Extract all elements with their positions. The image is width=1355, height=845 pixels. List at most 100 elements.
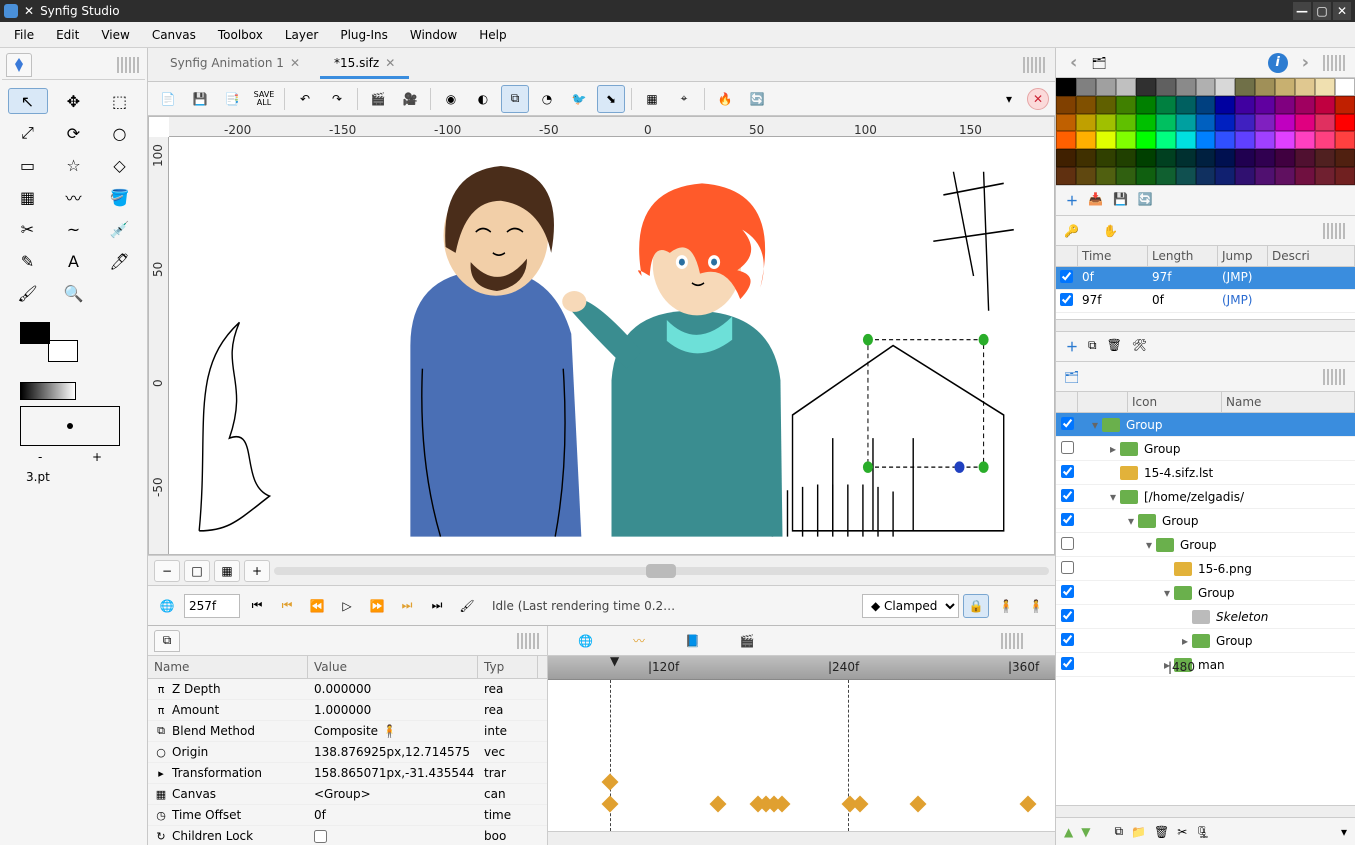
palette-swatch[interactable] bbox=[1255, 78, 1275, 96]
layer-row[interactable]: ▾Group bbox=[1056, 581, 1355, 605]
onion-toggle-icon[interactable]: ◐ bbox=[469, 85, 497, 113]
menu-plugins[interactable]: Plug-Ins bbox=[330, 24, 398, 46]
menu-help[interactable]: Help bbox=[469, 24, 516, 46]
palette-swatch[interactable] bbox=[1176, 167, 1196, 185]
palette-swatch[interactable] bbox=[1196, 78, 1216, 96]
palette-swatch[interactable] bbox=[1235, 149, 1255, 167]
palette-swatch[interactable] bbox=[1176, 149, 1196, 167]
save-as-icon[interactable]: 📑 bbox=[218, 85, 246, 113]
palette-swatch[interactable] bbox=[1056, 167, 1076, 185]
palette-swatch[interactable] bbox=[1235, 167, 1255, 185]
close-button[interactable]: ✕ bbox=[1333, 2, 1351, 20]
close-document-button[interactable]: ✕ bbox=[1027, 88, 1049, 110]
panel-grip-icon[interactable] bbox=[1323, 369, 1347, 385]
layers-icon[interactable]: 🗂 bbox=[1091, 56, 1106, 70]
palette-swatch[interactable] bbox=[1255, 167, 1275, 185]
undo-icon[interactable]: ↶ bbox=[291, 85, 319, 113]
palette-swatch[interactable] bbox=[1096, 131, 1116, 149]
kf-dup-icon[interactable]: ⧉ bbox=[1088, 338, 1097, 355]
palette-swatch[interactable] bbox=[1096, 149, 1116, 167]
pointer-icon[interactable]: ↖ bbox=[8, 88, 48, 114]
kf-hand-icon[interactable]: ✋ bbox=[1103, 224, 1118, 238]
palette-swatch[interactable] bbox=[1335, 131, 1355, 149]
col-value[interactable]: Value bbox=[308, 656, 478, 678]
prev-kf-icon[interactable]: ⏮ bbox=[274, 594, 300, 618]
kf-add-icon[interactable]: ＋ bbox=[1066, 338, 1078, 355]
draw-surface[interactable] bbox=[169, 137, 1054, 554]
menu-file[interactable]: File bbox=[4, 24, 44, 46]
layer-expand-icon[interactable]: ▾ bbox=[1106, 490, 1120, 504]
palette-swatch[interactable] bbox=[1335, 114, 1355, 132]
tl-tab-clapper-icon[interactable]: 🎬 bbox=[740, 634, 755, 648]
forward-icon[interactable]: › bbox=[1296, 52, 1315, 73]
prev-frame-icon[interactable]: ⏪ bbox=[304, 594, 330, 618]
layer-row[interactable]: ▸man bbox=[1056, 653, 1355, 677]
canvas-area[interactable]: -200-150-100-50050100150200250 100500-50 bbox=[148, 116, 1055, 555]
brush-icon[interactable]: ~ bbox=[54, 216, 94, 242]
kf-col-time[interactable]: Time bbox=[1078, 246, 1148, 266]
layer-group-icon[interactable]: 📁 bbox=[1131, 825, 1146, 839]
param-row[interactable]: ⧉ Blend MethodComposite 🧍inte bbox=[148, 721, 547, 742]
bucket-icon[interactable]: 🪣 bbox=[100, 184, 140, 210]
palette-swatch[interactable] bbox=[1156, 96, 1176, 114]
zoom-100-icon[interactable]: ▦ bbox=[214, 560, 240, 582]
smooth-move-icon[interactable]: ⬚ bbox=[100, 88, 140, 114]
zoom-out-icon[interactable]: − bbox=[154, 560, 180, 582]
fg-color-swatch[interactable] bbox=[20, 322, 50, 344]
toolbox-tab-icon[interactable] bbox=[6, 53, 32, 77]
palette-swatch[interactable] bbox=[1196, 167, 1216, 185]
param-checkbox[interactable] bbox=[314, 830, 327, 843]
palette-swatch[interactable] bbox=[1156, 131, 1176, 149]
brush-tool-icon[interactable]: 🖌 bbox=[454, 594, 480, 618]
palette-swatch[interactable] bbox=[1176, 131, 1196, 149]
keyframes-list[interactable]: 0f97f(JMP)97f0f(JMP) bbox=[1056, 267, 1355, 319]
info-icon[interactable]: i bbox=[1268, 53, 1288, 73]
layer-row[interactable]: 15-6.png bbox=[1056, 557, 1355, 581]
gradient-icon[interactable]: ▦ bbox=[8, 184, 48, 210]
palette-swatch[interactable] bbox=[1315, 96, 1335, 114]
palette-swatch[interactable] bbox=[1255, 114, 1275, 132]
palette-swatch[interactable] bbox=[1335, 78, 1355, 96]
pen-icon[interactable]: 🖊 bbox=[100, 248, 140, 274]
kf-col-length[interactable]: Length bbox=[1148, 246, 1218, 266]
layer-encaps-icon[interactable]: 🗜 bbox=[1195, 825, 1210, 839]
param-row[interactable]: ▸ Transformation158.865071px,-31.435544t… bbox=[148, 763, 547, 784]
polygon-icon[interactable]: ◇ bbox=[100, 152, 140, 178]
palette-swatch[interactable] bbox=[1295, 96, 1315, 114]
palette-swatch[interactable] bbox=[1295, 78, 1315, 96]
palette-swatch[interactable] bbox=[1335, 96, 1355, 114]
panel-grip-icon[interactable] bbox=[517, 633, 541, 649]
cut-icon[interactable]: ✂ bbox=[8, 216, 48, 242]
palette-swatch[interactable] bbox=[1275, 96, 1295, 114]
layer-visibility-checkbox[interactable] bbox=[1061, 417, 1074, 430]
kf-props-icon[interactable]: 🛠 bbox=[1132, 338, 1147, 355]
panel-grip-icon[interactable] bbox=[1001, 633, 1025, 649]
palette-swatch[interactable] bbox=[1096, 78, 1116, 96]
kf-col-jump[interactable]: Jump bbox=[1218, 246, 1268, 266]
layers-tab-icon[interactable]: 🗂 bbox=[1064, 370, 1079, 384]
menu-window[interactable]: Window bbox=[400, 24, 467, 46]
layer-visibility-checkbox[interactable] bbox=[1061, 561, 1074, 574]
col-name[interactable]: Name bbox=[148, 656, 308, 678]
panel-grip-icon[interactable] bbox=[1023, 57, 1047, 73]
param-row[interactable]: ↻ Children Lockboo bbox=[148, 826, 547, 845]
menu-view[interactable]: View bbox=[91, 24, 139, 46]
onion-prev-icon[interactable]: ◉ bbox=[437, 85, 465, 113]
layer-row[interactable]: ▸Group bbox=[1056, 437, 1355, 461]
brush-decrease[interactable]: - bbox=[38, 450, 42, 464]
anim-mode-on-icon[interactable]: 🧍 bbox=[1023, 594, 1049, 618]
layer-expand-icon[interactable]: ▾ bbox=[1088, 418, 1102, 432]
palette-swatch[interactable] bbox=[1056, 131, 1076, 149]
layer-row[interactable]: ▾Group bbox=[1056, 509, 1355, 533]
layer-menu-icon[interactable]: ▾ bbox=[1341, 825, 1347, 839]
star-icon[interactable]: ☆ bbox=[54, 152, 94, 178]
palette-swatch[interactable] bbox=[1295, 149, 1315, 167]
camera-icon[interactable]: 🎥 bbox=[396, 85, 424, 113]
palette-swatch[interactable] bbox=[1215, 78, 1235, 96]
menu-edit[interactable]: Edit bbox=[46, 24, 89, 46]
spline-icon[interactable]: 〰 bbox=[54, 184, 94, 210]
palette-swatch[interactable] bbox=[1056, 114, 1076, 132]
menu-canvas[interactable]: Canvas bbox=[142, 24, 206, 46]
palette-refresh-icon[interactable]: 🔄 bbox=[1138, 192, 1153, 209]
palette-swatch[interactable] bbox=[1056, 78, 1076, 96]
